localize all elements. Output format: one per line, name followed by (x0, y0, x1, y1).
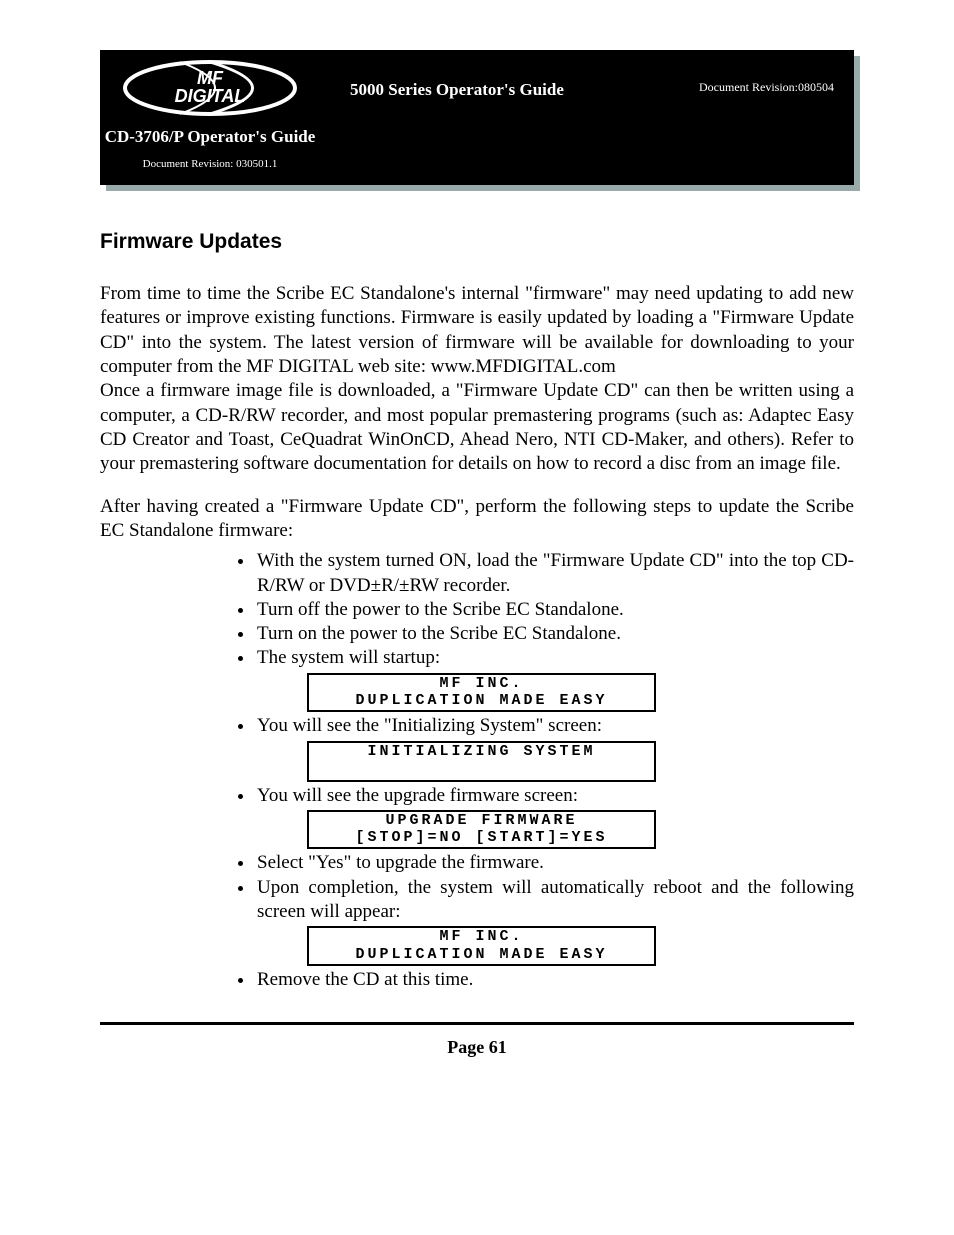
paragraph-3: After having created a "Firmware Update … (100, 495, 854, 544)
lcd-boot-1: MF INC. DUPLICATION MADE EASY (307, 673, 656, 713)
step-2: Turn off the power to the Scribe EC Stan… (255, 598, 854, 622)
step-4: The system will startup: MF INC. DUPLICA… (255, 646, 854, 712)
section-title: Firmware Updates (100, 230, 854, 254)
lcd-line: MF INC. (309, 675, 654, 692)
header-main-title: 5000 Series Operator's Guide (350, 80, 699, 100)
lcd-line: MF INC. (309, 928, 654, 945)
lcd-line: INITIALIZING SYSTEM (309, 743, 654, 760)
lcd-initializing: INITIALIZING SYSTEM (307, 741, 656, 782)
step-6: You will see the upgrade firmware screen… (255, 784, 854, 850)
step-1: With the system turned ON, load the "Fir… (255, 549, 854, 598)
lcd-boot-2: MF INC. DUPLICATION MADE EASY (307, 926, 656, 966)
step-9: Remove the CD at this time. (255, 968, 854, 992)
lcd-upgrade: UPGRADE FIRMWARE [STOP]=NO [START]=YES (307, 810, 656, 850)
paragraph-1: From time to time the Scribe EC Standalo… (100, 282, 854, 379)
header-right-col: 5000 Series Operator's Guide Document Re… (320, 50, 854, 185)
svg-text:DIGITAL: DIGITAL (175, 86, 246, 106)
footer-rule (100, 1022, 854, 1025)
step-5-text: You will see the "Initializing System" s… (257, 715, 602, 736)
step-5: You will see the "Initializing System" s… (255, 714, 854, 781)
lcd-line: UPGRADE FIRMWARE (309, 812, 654, 829)
svg-text:MF: MF (197, 68, 224, 88)
mf-digital-logo: MF DIGITAL (120, 58, 300, 118)
header-left-col: MF DIGITAL CD-3706/P Operator's Guide Do… (100, 50, 320, 185)
steps-list: With the system turned ON, load the "Fir… (100, 549, 854, 992)
paragraph-2: Once a firmware image file is downloaded… (100, 379, 854, 476)
page-number: Page 61 (100, 1037, 854, 1058)
lcd-line: DUPLICATION MADE EASY (309, 692, 654, 709)
step-6-text: You will see the upgrade firmware screen… (257, 785, 578, 806)
header-left-revision: Document Revision: 030501.1 (100, 158, 320, 170)
step-8: Upon completion, the system will automat… (255, 876, 854, 966)
header-left-title: CD-3706/P Operator's Guide (100, 126, 320, 148)
step-3: Turn on the power to the Scribe EC Stand… (255, 622, 854, 646)
page-header: MF DIGITAL CD-3706/P Operator's Guide Do… (100, 50, 854, 185)
step-4-text: The system will startup: (257, 647, 440, 668)
lcd-line: DUPLICATION MADE EASY (309, 946, 654, 963)
step-7: Select "Yes" to upgrade the firmware. (255, 851, 854, 875)
header-doc-revision: Document Revision:080504 (699, 80, 834, 95)
step-8-text: Upon completion, the system will automat… (257, 877, 854, 922)
lcd-line: [STOP]=NO [START]=YES (309, 829, 654, 846)
